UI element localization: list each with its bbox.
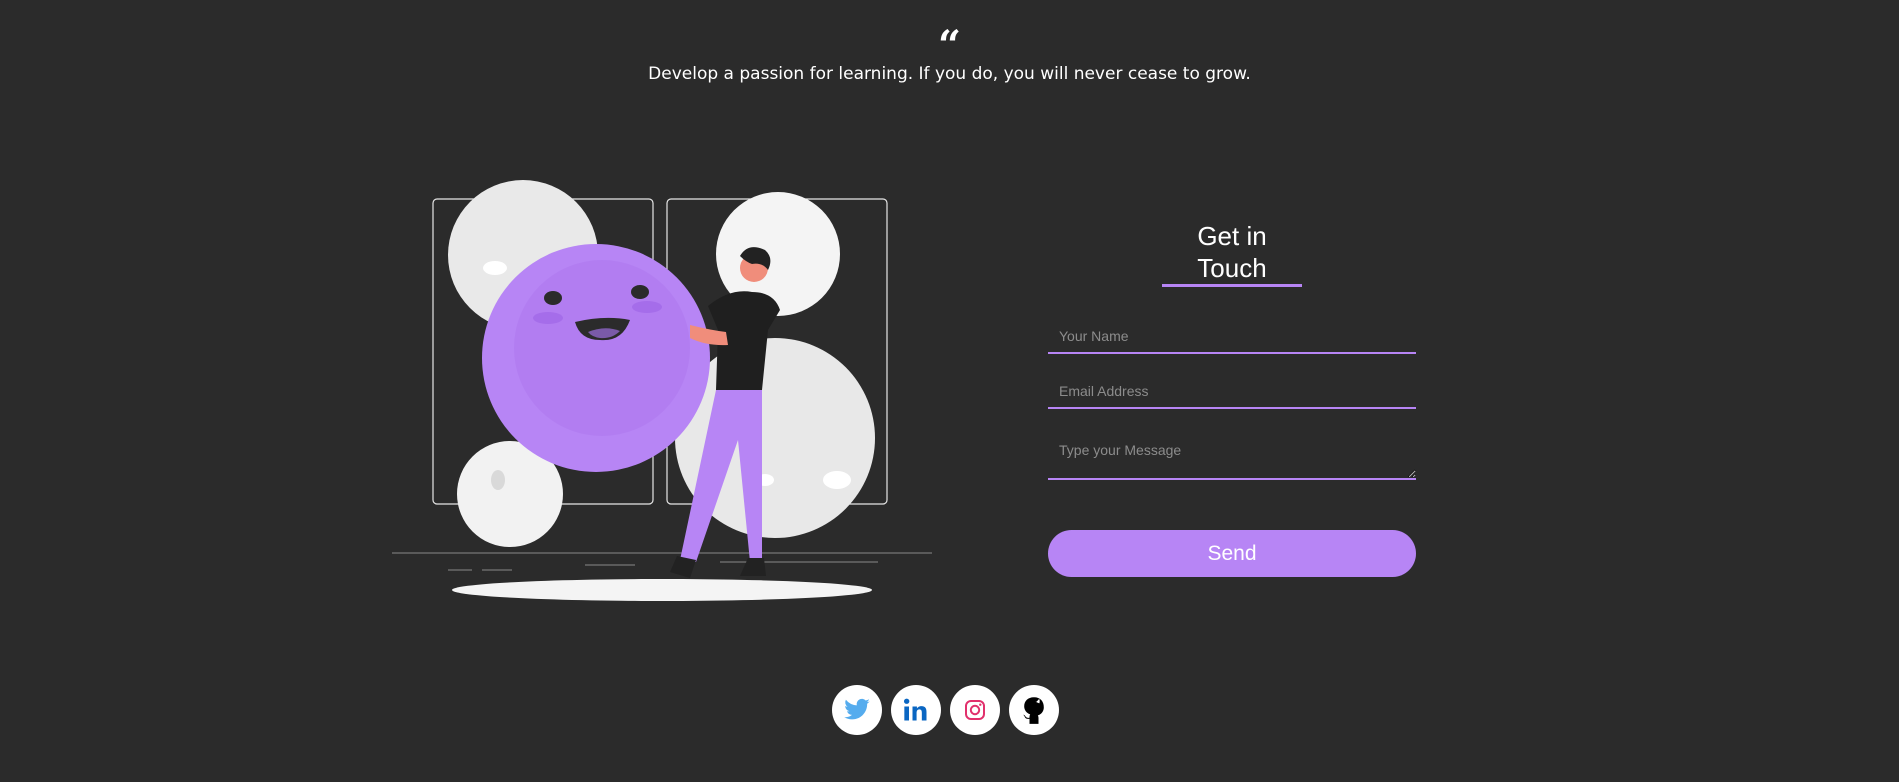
name-input[interactable] <box>1048 320 1416 354</box>
instagram-link[interactable] <box>950 685 1000 735</box>
linkedin-link[interactable] <box>891 685 941 735</box>
github-icon <box>1023 697 1044 724</box>
email-input[interactable] <box>1048 375 1416 409</box>
instagram-icon <box>965 700 985 720</box>
quote-mark: “ <box>937 22 961 69</box>
contact-form: Get in Touch Send <box>1048 220 1416 577</box>
github-link[interactable] <box>1009 685 1059 735</box>
twitter-link[interactable] <box>832 685 882 735</box>
contact-title: Get in Touch <box>1162 220 1302 287</box>
quote-text: Develop a passion for learning. If you d… <box>648 64 1251 84</box>
linkedin-icon <box>903 698 927 721</box>
message-input[interactable] <box>1048 430 1416 480</box>
social-links <box>832 685 1059 735</box>
twitter-icon <box>844 698 870 720</box>
illustration <box>392 180 932 601</box>
send-button[interactable]: Send <box>1048 530 1416 577</box>
